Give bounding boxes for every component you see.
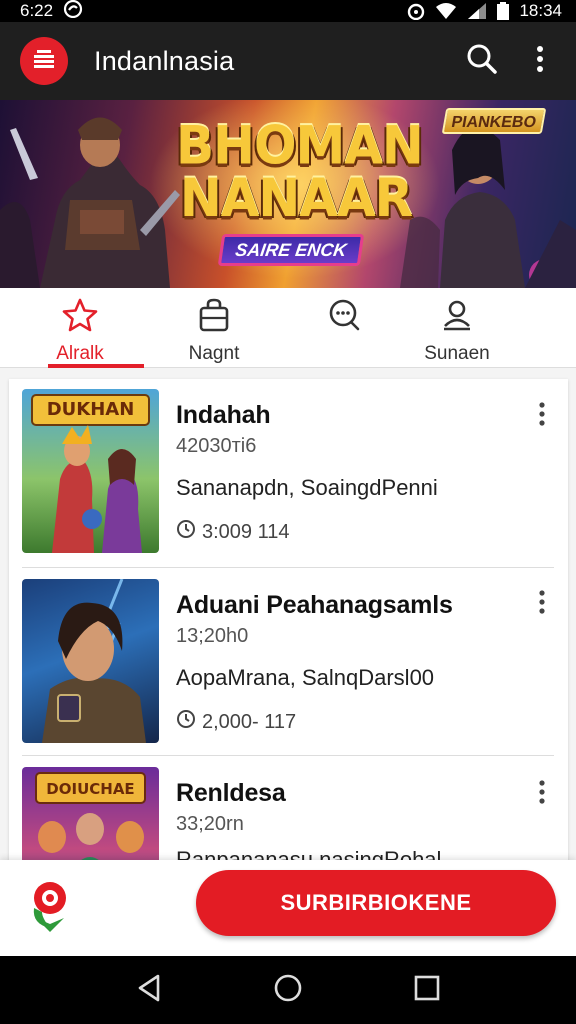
profile-icon <box>440 288 474 337</box>
menu-button[interactable] <box>20 37 68 85</box>
screen: 6:22 18:34 Indanlnasia PIANKEBO BHOMAN N… <box>0 0 576 1024</box>
item-meta: 42030ті6 <box>176 435 257 457</box>
divider <box>22 567 554 568</box>
more-vertical-icon <box>536 45 544 77</box>
item-stats-text: 3:009 114 <box>202 520 290 543</box>
item-more-button[interactable] <box>532 401 552 431</box>
clock-icon <box>176 709 196 735</box>
clock-icon <box>176 519 196 545</box>
status-time: 6:22 <box>20 1 54 20</box>
hero-title: BHOMAN NANAAR <box>176 115 424 229</box>
more-vertical-icon <box>539 401 545 431</box>
overflow-menu-button[interactable] <box>518 39 562 83</box>
item-title: Renldesa <box>176 779 286 807</box>
item-stats: 3:009 114 <box>176 519 290 545</box>
content-list: DUKHAN Indahah 42030ті6 Sananapdn, Soain… <box>9 379 568 861</box>
home-circle-icon <box>274 974 302 1006</box>
search-button[interactable] <box>460 39 504 83</box>
tab-label: Nagnt <box>188 343 240 364</box>
item-thumbnail <box>22 579 159 743</box>
app-title: Indanlnasia <box>94 45 235 76</box>
tab-label: Alralk <box>56 343 104 364</box>
back-triangle-icon <box>136 974 162 1006</box>
tab-bar: Alralk Nagnt Sunaen <box>0 288 576 368</box>
status-clock: 18:34 <box>519 1 562 20</box>
item-more-button[interactable] <box>532 779 552 809</box>
star-icon <box>62 288 98 337</box>
app-bar: Indanlnasia <box>0 22 576 100</box>
recents-button[interactable] <box>414 975 440 1006</box>
battery-icon <box>497 2 510 20</box>
bag-icon <box>198 288 230 337</box>
thumb-title: DUKHAN <box>46 399 135 420</box>
menu-icon <box>34 49 54 73</box>
tab-nagnt[interactable]: Nagnt <box>164 288 264 365</box>
item-meta: 33;20rn <box>176 813 244 835</box>
tab-chat[interactable] <box>294 288 394 343</box>
wifi-icon <box>435 2 457 20</box>
item-title: Indahah <box>176 401 271 429</box>
search-icon <box>466 43 498 80</box>
item-description: Sananapdn, SoaingdPenni <box>176 475 438 500</box>
home-button[interactable] <box>274 974 302 1007</box>
item-thumbnail: DOIUCHAE <box>22 767 159 861</box>
hero-banner[interactable]: PIANKEBO BHOMAN NANAAR SAIRE ENCK <box>0 100 576 288</box>
tab-label: Sunaen <box>424 343 490 364</box>
list-item[interactable]: DOIUCHAE Renldesa 33;20rn Ranpananasu na… <box>9 757 568 861</box>
item-stats-text: 2,000- 117 <box>202 710 297 733</box>
item-description: AopaMrana, SalnqDarsl00 <box>176 665 435 690</box>
tab-alralk[interactable]: Alralk <box>30 288 130 365</box>
item-stats: 2,000- 117 <box>176 709 296 735</box>
item-title: Aduani Peahanagsamls <box>176 591 453 619</box>
system-nav-bar <box>0 956 576 1024</box>
item-description: Ranpananasu nasingRohal <box>176 847 442 861</box>
active-tab-indicator <box>48 364 144 368</box>
notification-icon <box>63 0 83 23</box>
item-more-button[interactable] <box>532 589 552 619</box>
status-bar: 6:22 18:34 <box>0 0 576 22</box>
list-item[interactable]: Aduani Peahanagsamls 13;20h0 AopaMrana, … <box>9 569 568 757</box>
list-item[interactable]: DUKHAN Indahah 42030ті6 Sananapdn, Soain… <box>9 379 568 567</box>
brand-logo-icon <box>28 878 72 934</box>
hero-badge: SAIRE ENCK <box>217 234 365 266</box>
recents-square-icon <box>414 975 440 1005</box>
thumb-title: DOIUCHAE <box>46 780 135 798</box>
back-button[interactable] <box>136 974 162 1007</box>
signal-icon <box>467 2 487 20</box>
hero-corner-badge: PIANKEBO <box>441 108 547 134</box>
more-vertical-icon <box>539 779 545 809</box>
item-thumbnail: DUKHAN <box>22 389 159 553</box>
alarm-icon <box>407 2 425 20</box>
more-vertical-icon <box>539 589 545 619</box>
tab-sunaen[interactable]: Sunaen <box>407 288 507 365</box>
chat-icon <box>327 288 361 337</box>
subscribe-button[interactable]: SURBIRBIOKENE <box>196 870 556 936</box>
bottom-action-bar: SURBIRBIOKENE <box>0 860 576 956</box>
item-meta: 13;20h0 <box>176 625 249 647</box>
divider <box>22 755 554 756</box>
